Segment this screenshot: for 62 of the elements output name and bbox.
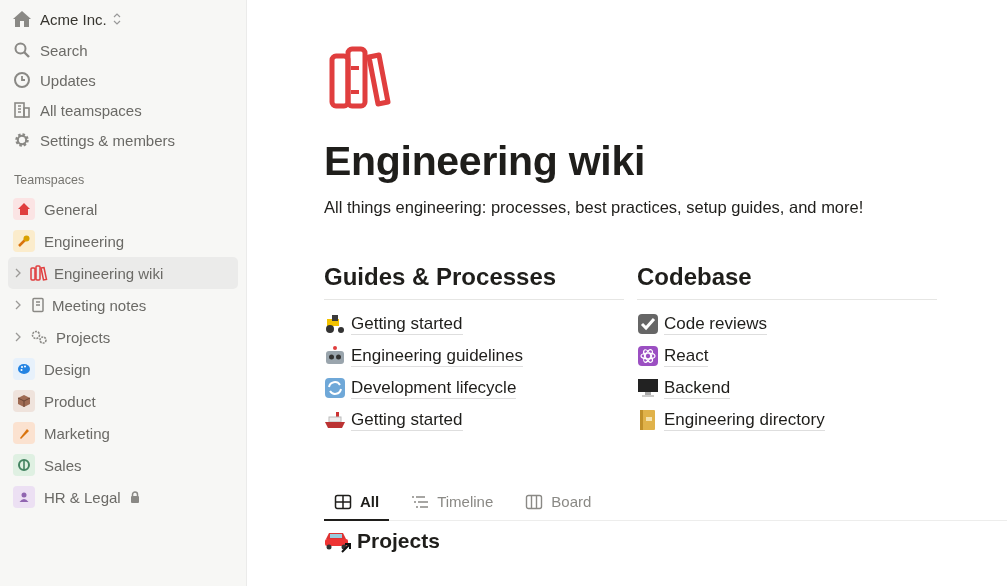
person-icon	[13, 486, 35, 508]
table-icon	[334, 493, 352, 510]
page-item[interactable]: Meeting notes	[8, 289, 238, 321]
view-tab[interactable]: Timeline	[401, 487, 504, 521]
sidebar-item[interactable]: Updates	[8, 65, 238, 95]
gears-icon	[30, 329, 50, 345]
books-icon	[30, 265, 48, 281]
page-link[interactable]: Development lifecycle	[351, 377, 517, 399]
teamspace-item[interactable]: General	[8, 193, 238, 225]
page-link[interactable]: Backend	[664, 377, 731, 399]
notebook-icon	[30, 297, 46, 313]
search-icon	[13, 41, 31, 59]
section-heading: Teamspaces	[13, 173, 86, 187]
coin-icon	[13, 454, 35, 476]
settings-icon	[13, 131, 31, 149]
section-heading: Codebase	[637, 263, 937, 300]
chevron-icon	[14, 268, 22, 278]
sidebar-item[interactable]: Settings & members	[8, 125, 238, 155]
page-link[interactable]: Getting started	[351, 409, 463, 431]
ship-icon	[324, 410, 346, 430]
tractor-icon	[324, 314, 346, 334]
palette-icon	[13, 358, 35, 380]
workspace-switcher[interactable]: Acme Inc.	[40, 10, 121, 28]
sidebar-item[interactable]: Search	[8, 35, 238, 65]
teamspace-item[interactable]: Sales	[8, 449, 238, 481]
chevron-icon	[112, 13, 121, 25]
chevron-icon	[14, 332, 22, 342]
page-item[interactable]: Engineering wiki	[8, 257, 238, 289]
chevron-icon	[14, 300, 22, 310]
wrench-icon	[13, 230, 35, 252]
robot-icon	[324, 346, 346, 366]
list-icon	[411, 493, 430, 510]
monitor-icon	[637, 378, 659, 398]
checkbox-icon	[637, 314, 659, 334]
teamspace-item[interactable]: HR & Legal	[8, 481, 238, 513]
page-link[interactable]: Engineering directory	[664, 409, 825, 431]
atom-icon	[637, 346, 659, 366]
house-icon	[13, 198, 35, 220]
page-link[interactable]: Engineering guidelines	[351, 345, 524, 367]
package-icon	[13, 390, 35, 412]
teamspace-item[interactable]: Design	[8, 353, 238, 385]
view-tab[interactable]: All	[324, 487, 390, 521]
sidebar-item[interactable]: All teamspaces	[8, 95, 238, 125]
page-link[interactable]: Getting started	[351, 313, 463, 335]
page-title: Engineering wiki	[324, 138, 646, 185]
teamspace-item[interactable]: Engineering	[8, 225, 238, 257]
page-item[interactable]: Projects	[8, 321, 238, 353]
clock-icon	[13, 71, 31, 89]
section-heading: Guides & Processes	[324, 263, 624, 300]
house-icon	[12, 9, 32, 29]
page-link[interactable]: React	[664, 345, 709, 367]
lock-icon	[129, 491, 140, 503]
page-description: All things engineering: processes, best practices, setup guides, and more!	[324, 198, 865, 217]
building-icon	[13, 101, 31, 119]
page-link[interactable]: Code reviews	[664, 313, 767, 335]
view-tab[interactable]: Board	[515, 487, 602, 521]
database-title: Projects	[357, 529, 440, 553]
columns-icon	[525, 493, 544, 510]
teamspace-item[interactable]: Product	[8, 385, 238, 417]
pen-icon	[13, 422, 35, 444]
teamspace-item[interactable]: Marketing	[8, 417, 238, 449]
refresh-icon	[324, 378, 346, 398]
